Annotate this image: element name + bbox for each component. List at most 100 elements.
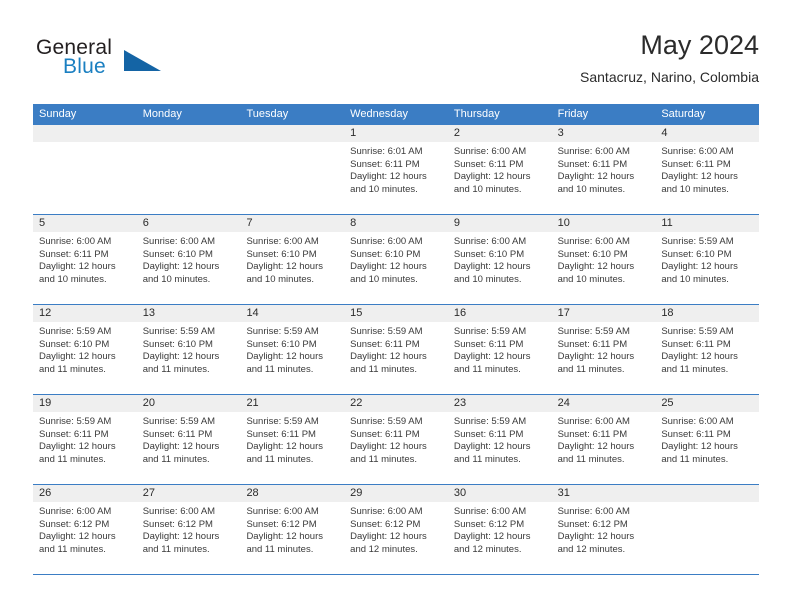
day-number <box>33 125 137 142</box>
day-details: Sunrise: 5:59 AM Sunset: 6:11 PM Daylight:… <box>448 322 552 376</box>
day-cell-16[interactable]: 16 Sunrise: 5:59 AM Sunset: 6:11 PM Dayligh… <box>447 305 552 394</box>
day-cell-2[interactable]: 2 Sunrise: 6:00 AM Sunset: 6:11 PM Daylight… <box>447 125 552 214</box>
day-cell-10[interactable]: 10 Sunrise: 6:00 AM Sunset: 6:10 PM Dayligh… <box>551 215 656 304</box>
day-cell-29[interactable]: 29 Sunrise: 6:00 AM Sunset: 6:12 PM Dayligh… <box>344 485 448 574</box>
day-detail-line: Daylight: 12 hours <box>39 351 116 363</box>
day-detail-line: Sunrise: 6:00 AM <box>142 506 216 517</box>
calendar-week-row: 5 Sunrise: 6:00 AM Sunset: 6:11 PM Daylight… <box>33 215 760 305</box>
day-detail-line: Sunset: 6:12 PM <box>39 518 110 530</box>
day-cell-20[interactable]: 20 Sunrise: 5:59 AM Sunset: 6:11 PM Dayligh… <box>136 395 241 484</box>
day-detail-line: Sunrise: 6:00 AM <box>350 506 423 517</box>
day-cell-6[interactable]: 6 Sunrise: 6:00 AM Sunset: 6:10 PM Daylight… <box>136 215 241 304</box>
day-details: Sunrise: 6:01 AM Sunset: 6:11 PM Daylight:… <box>344 142 448 196</box>
day-details: Sunrise: 5:59 AM Sunset: 6:11 PM Daylight:… <box>344 322 448 376</box>
day-cell-4[interactable]: 4 Sunrise: 6:00 AM Sunset: 6:11 PM Daylight… <box>655 125 760 214</box>
day-detail-line: Daylight: 12 hours <box>453 261 531 273</box>
day-detail-line: and 10 minutes. <box>246 273 315 285</box>
day-details: Sunrise: 6:00 AM Sunset: 6:12 PM Daylight:… <box>137 502 241 556</box>
day-details: Sunrise: 5:59 AM Sunset: 6:10 PM Daylight:… <box>240 322 344 376</box>
day-detail-line: Sunrise: 6:00 AM <box>350 236 423 247</box>
day-cell-31[interactable]: 31 Sunrise: 6:00 AM Sunset: 6:12 PM Dayligh… <box>551 485 656 574</box>
day-detail-line: Sunset: 6:12 PM <box>246 518 317 530</box>
day-detail-line: Daylight: 12 hours <box>142 441 220 453</box>
day-number: 12 <box>33 305 137 322</box>
day-detail-line: and 11 minutes. <box>142 453 210 465</box>
day-detail-line: and 11 minutes. <box>453 363 521 375</box>
day-detail-line: Sunrise: 6:00 AM <box>39 236 112 247</box>
day-cell-13[interactable]: 13 Sunrise: 5:59 AM Sunset: 6:10 PM Dayligh… <box>136 305 241 394</box>
day-detail-line: Sunrise: 6:00 AM <box>661 416 734 427</box>
weekday-header-thursday: Thursday <box>453 108 500 120</box>
day-cell-8[interactable]: 8 Sunrise: 6:00 AM Sunset: 6:10 PM Daylight… <box>344 215 448 304</box>
day-detail-line: Sunrise: 6:00 AM <box>142 236 216 247</box>
title-block: May 2024 Santacruz, Narino, Colombia <box>580 28 759 87</box>
day-cell-22[interactable]: 22 Sunrise: 5:59 AM Sunset: 6:11 PM Dayligh… <box>344 395 448 484</box>
day-cell-11[interactable]: 11 Sunrise: 5:59 AM Sunset: 6:10 PM Dayligh… <box>655 215 760 304</box>
day-number: 25 <box>655 395 760 412</box>
day-detail-line: and 11 minutes. <box>557 453 625 465</box>
day-detail-line: Sunrise: 6:00 AM <box>661 146 734 157</box>
day-details: Sunrise: 6:00 AM Sunset: 6:10 PM Daylight:… <box>448 232 552 286</box>
day-detail-line: Sunset: 6:10 PM <box>246 338 317 350</box>
day-detail-line: and 11 minutes. <box>142 543 210 555</box>
day-detail-line: and 10 minutes. <box>453 183 522 195</box>
day-detail-line: Sunset: 6:11 PM <box>661 428 731 440</box>
day-cell-26[interactable]: 26 Sunrise: 6:00 AM Sunset: 6:12 PM Dayligh… <box>33 485 137 574</box>
day-detail-line: Daylight: 12 hours <box>453 441 531 453</box>
day-detail-line: Daylight: 12 hours <box>557 531 635 543</box>
day-detail-line: Sunset: 6:10 PM <box>39 338 110 350</box>
day-detail-line: Sunset: 6:12 PM <box>142 518 213 530</box>
day-detail-line: Sunset: 6:11 PM <box>350 428 420 440</box>
general-blue-logo[interactable]: General Blue <box>33 36 223 92</box>
day-detail-line: Daylight: 12 hours <box>142 261 220 273</box>
day-cell-25[interactable]: 25 Sunrise: 6:00 AM Sunset: 6:11 PM Dayligh… <box>655 395 760 484</box>
day-cell-19[interactable]: 19 Sunrise: 5:59 AM Sunset: 6:11 PM Dayligh… <box>33 395 137 484</box>
day-detail-line: and 11 minutes. <box>142 363 210 375</box>
day-cell-28[interactable]: 28 Sunrise: 6:00 AM Sunset: 6:12 PM Dayligh… <box>240 485 345 574</box>
day-cell-7[interactable]: 7 Sunrise: 6:00 AM Sunset: 6:10 PM Daylight… <box>240 215 345 304</box>
day-number: 30 <box>447 485 552 502</box>
day-cell-5[interactable]: 5 Sunrise: 6:00 AM Sunset: 6:11 PM Daylight… <box>33 215 137 304</box>
day-number: 27 <box>136 485 241 502</box>
day-cell-1[interactable]: 1 Sunrise: 6:01 AM Sunset: 6:11 PM Daylight… <box>344 125 448 214</box>
day-details: Sunrise: 5:59 AM Sunset: 6:10 PM Daylight:… <box>137 322 241 376</box>
day-cell-17[interactable]: 17 Sunrise: 5:59 AM Sunset: 6:11 PM Dayligh… <box>551 305 656 394</box>
day-number: 9 <box>447 215 552 232</box>
day-cell-15[interactable]: 15 Sunrise: 5:59 AM Sunset: 6:11 PM Dayligh… <box>344 305 448 394</box>
day-number: 14 <box>240 305 345 322</box>
day-cell-3[interactable]: 3 Sunrise: 6:00 AM Sunset: 6:11 PM Daylight… <box>551 125 656 214</box>
day-detail-line: Daylight: 12 hours <box>350 171 427 183</box>
day-detail-line: and 11 minutes. <box>39 543 106 555</box>
day-detail-line: Daylight: 12 hours <box>350 351 427 363</box>
day-number: 4 <box>655 125 760 142</box>
day-cell-27[interactable]: 27 Sunrise: 6:00 AM Sunset: 6:12 PM Dayligh… <box>136 485 241 574</box>
day-details: Sunrise: 5:59 AM Sunset: 6:10 PM Daylight:… <box>655 232 759 286</box>
day-detail-line: Sunset: 6:11 PM <box>557 428 628 440</box>
day-details: Sunrise: 6:00 AM Sunset: 6:10 PM Daylight:… <box>137 232 241 286</box>
day-detail-line: and 11 minutes. <box>661 453 729 465</box>
day-detail-line: and 12 minutes. <box>350 543 418 555</box>
page-title: May 2024 <box>640 30 759 60</box>
day-detail-line: and 11 minutes. <box>661 363 729 375</box>
day-cell-9[interactable]: 9 Sunrise: 6:00 AM Sunset: 6:10 PM Daylight… <box>447 215 552 304</box>
day-detail-line: Sunrise: 5:59 AM <box>39 326 112 337</box>
day-cell-21[interactable]: 21 Sunrise: 5:59 AM Sunset: 6:11 PM Dayligh… <box>240 395 345 484</box>
day-number: 10 <box>551 215 656 232</box>
day-detail-line: Daylight: 12 hours <box>246 531 324 543</box>
day-detail-line: Sunrise: 6:00 AM <box>246 236 319 247</box>
day-cell-30[interactable]: 30 Sunrise: 6:00 AM Sunset: 6:12 PM Dayligh… <box>447 485 552 574</box>
day-detail-line: Daylight: 12 hours <box>246 351 324 363</box>
day-detail-line: Sunset: 6:11 PM <box>453 428 524 440</box>
day-detail-line: Sunrise: 5:59 AM <box>246 326 319 337</box>
day-detail-line: Sunset: 6:11 PM <box>661 338 731 350</box>
day-detail-line: Sunrise: 5:59 AM <box>453 416 527 427</box>
day-details: Sunrise: 5:59 AM Sunset: 6:11 PM Daylight:… <box>33 412 137 466</box>
day-cell-23[interactable]: 23 Sunrise: 5:59 AM Sunset: 6:11 PM Dayligh… <box>447 395 552 484</box>
day-cell-18[interactable]: 18 Sunrise: 5:59 AM Sunset: 6:11 PM Dayligh… <box>655 305 760 394</box>
day-detail-line: and 10 minutes. <box>350 183 418 195</box>
day-number: 13 <box>136 305 241 322</box>
day-cell-12[interactable]: 12 Sunrise: 5:59 AM Sunset: 6:10 PM Dayligh… <box>33 305 137 394</box>
day-cell-24[interactable]: 24 Sunrise: 6:00 AM Sunset: 6:11 PM Dayligh… <box>551 395 656 484</box>
day-cell-14[interactable]: 14 Sunrise: 5:59 AM Sunset: 6:10 PM Dayligh… <box>240 305 345 394</box>
day-detail-line: Sunset: 6:10 PM <box>246 248 317 260</box>
